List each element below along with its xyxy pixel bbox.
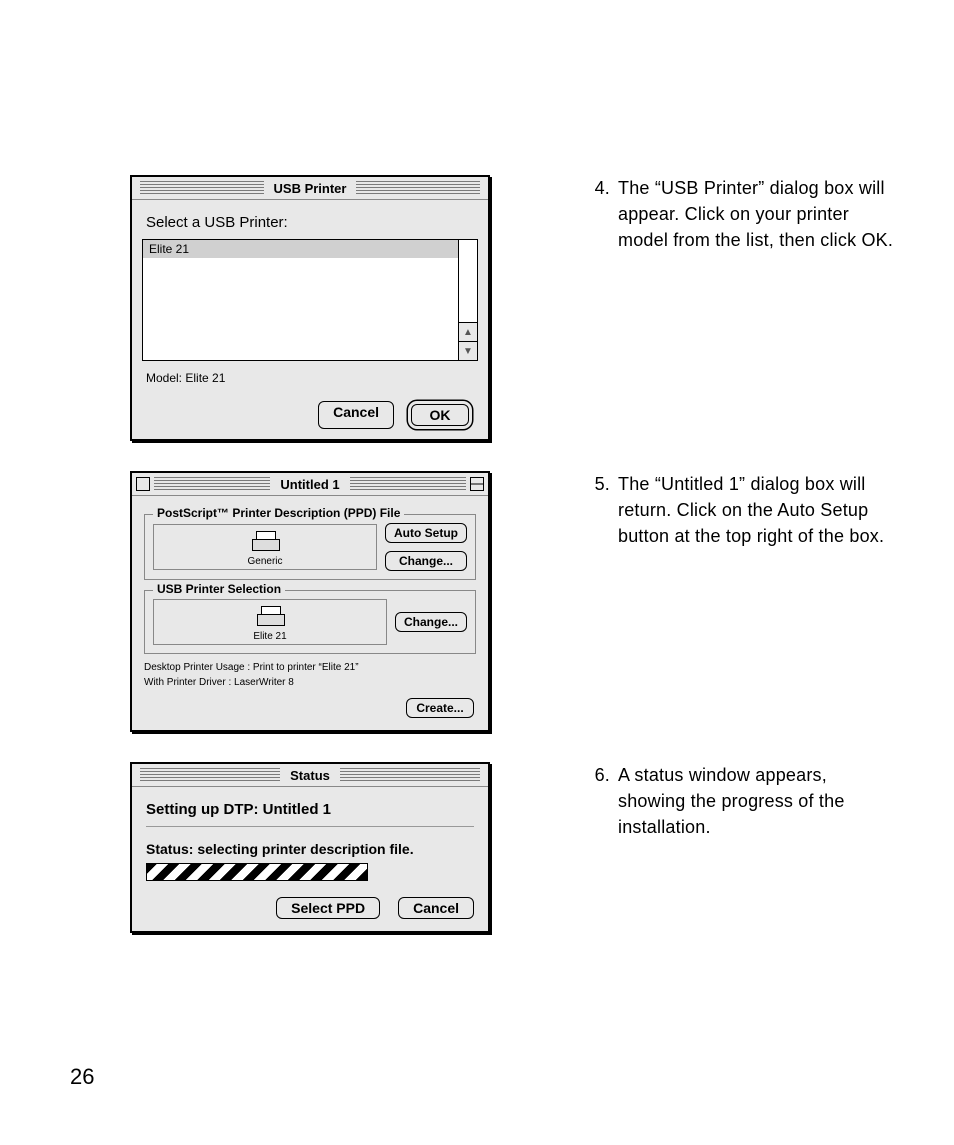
ppd-side-buttons: Auto Setup Change... — [385, 523, 467, 571]
cancel-button[interactable]: Cancel — [318, 401, 394, 429]
change-usb-button[interactable]: Change... — [395, 612, 467, 632]
scroll-up-icon[interactable]: ▲ — [459, 322, 477, 341]
usb-button-row: Cancel OK — [142, 401, 478, 429]
step-number: 4. — [580, 175, 618, 253]
status-window: Status Setting up DTP: Untitled 1 Status… — [130, 762, 490, 933]
change-ppd-button[interactable]: Change... — [385, 551, 467, 571]
untitled-figure: Untitled 1 PostScript™ Printer Descripti… — [130, 471, 550, 732]
usage-notes: Desktop Printer Usage : Print to printer… — [144, 660, 476, 690]
create-button-row: Create... — [142, 698, 478, 720]
step-body: The “USB Printer” dialog box will appear… — [618, 175, 894, 253]
titlebar-stripes — [356, 181, 480, 195]
close-box-icon[interactable] — [136, 477, 150, 491]
status-heading: Setting up DTP: Untitled 1 — [146, 801, 474, 818]
status-message: Status: selecting printer description fi… — [146, 841, 474, 857]
titlebar-stripes — [340, 768, 480, 782]
printer-listbox[interactable]: Elite 21 ▲ ▼ — [142, 239, 478, 361]
usb-icon-caption: Elite 21 — [158, 631, 382, 642]
scroll-track[interactable] — [459, 240, 477, 322]
ppd-group-label: PostScript™ Printer Description (PPD) Fi… — [153, 506, 404, 520]
window-title: USB Printer — [268, 181, 353, 196]
usb-group-inner: Elite 21 Change... — [153, 599, 467, 645]
status-titlebar: Status — [132, 764, 488, 787]
titlebar-stripes — [140, 181, 264, 195]
usb-selection-groupbox: USB Printer Selection Elite 21 Change... — [144, 590, 476, 654]
usb-group-label: USB Printer Selection — [153, 582, 285, 596]
usage-note-2: With Printer Driver : LaserWriter 8 — [144, 675, 476, 690]
status-body: Setting up DTP: Untitled 1 Status: selec… — [132, 787, 488, 931]
usb-printer-body: Select a USB Printer: Elite 21 ▲ ▼ Model… — [132, 200, 488, 439]
titlebar-stripes — [154, 477, 270, 491]
step-body: The “Untitled 1” dialog box will return.… — [618, 471, 894, 549]
usb-icon-panel: Elite 21 — [153, 599, 387, 645]
model-label: Model: Elite 21 — [146, 371, 478, 385]
printer-icon — [257, 606, 283, 626]
usb-printer-window: USB Printer Select a USB Printer: Elite … — [130, 175, 490, 441]
ppd-icon-panel: Generic — [153, 524, 377, 570]
progress-bar — [146, 863, 368, 881]
step-4-text: 4. The “USB Printer” dialog box will app… — [550, 175, 894, 253]
printer-list-content: Elite 21 — [143, 240, 458, 360]
step-body: A status window appears, showing the pro… — [618, 762, 894, 840]
titlebar-stripes — [350, 477, 466, 491]
status-button-row: Select PPD Cancel — [146, 897, 474, 919]
untitled-body: PostScript™ Printer Description (PPD) Fi… — [132, 496, 488, 730]
printer-icon — [252, 531, 278, 551]
scrollbar[interactable]: ▲ ▼ — [458, 240, 477, 360]
ok-button[interactable]: OK — [411, 404, 469, 426]
row-step-6: Status Setting up DTP: Untitled 1 Status… — [60, 762, 894, 933]
window-title: Untitled 1 — [274, 477, 345, 492]
titlebar-stripes — [140, 768, 280, 782]
row-step-4: USB Printer Select a USB Printer: Elite … — [60, 175, 894, 441]
status-separator — [146, 826, 474, 827]
select-ppd-button[interactable]: Select PPD — [276, 897, 380, 919]
step-number: 5. — [580, 471, 618, 549]
usage-note-1: Desktop Printer Usage : Print to printer… — [144, 660, 476, 675]
row-step-5: Untitled 1 PostScript™ Printer Descripti… — [60, 471, 894, 732]
ppd-icon-caption: Generic — [158, 556, 372, 567]
window-title: Status — [284, 768, 336, 783]
step-number: 6. — [580, 762, 618, 840]
usb-printer-figure: USB Printer Select a USB Printer: Elite … — [130, 175, 550, 441]
cancel-button[interactable]: Cancel — [398, 897, 474, 919]
ppd-group-inner: Generic Auto Setup Change... — [153, 523, 467, 571]
printer-list-item[interactable]: Elite 21 — [143, 240, 458, 258]
select-printer-label: Select a USB Printer: — [146, 214, 478, 231]
ppd-groupbox: PostScript™ Printer Description (PPD) Fi… — [144, 514, 476, 580]
untitled-window: Untitled 1 PostScript™ Printer Descripti… — [130, 471, 490, 732]
scroll-down-icon[interactable]: ▼ — [459, 341, 477, 360]
status-figure: Status Setting up DTP: Untitled 1 Status… — [130, 762, 550, 933]
create-button[interactable]: Create... — [406, 698, 474, 718]
step-6-text: 6. A status window appears, showing the … — [550, 762, 894, 840]
auto-setup-button[interactable]: Auto Setup — [385, 523, 467, 543]
untitled-titlebar: Untitled 1 — [132, 473, 488, 496]
step-5-text: 5. The “Untitled 1” dialog box will retu… — [550, 471, 894, 549]
collapse-box-icon[interactable] — [470, 477, 484, 491]
manual-page: USB Printer Select a USB Printer: Elite … — [0, 0, 954, 1145]
usb-printer-titlebar: USB Printer — [132, 177, 488, 200]
page-number: 26 — [70, 1064, 94, 1090]
usb-side-buttons: Change... — [395, 612, 467, 632]
